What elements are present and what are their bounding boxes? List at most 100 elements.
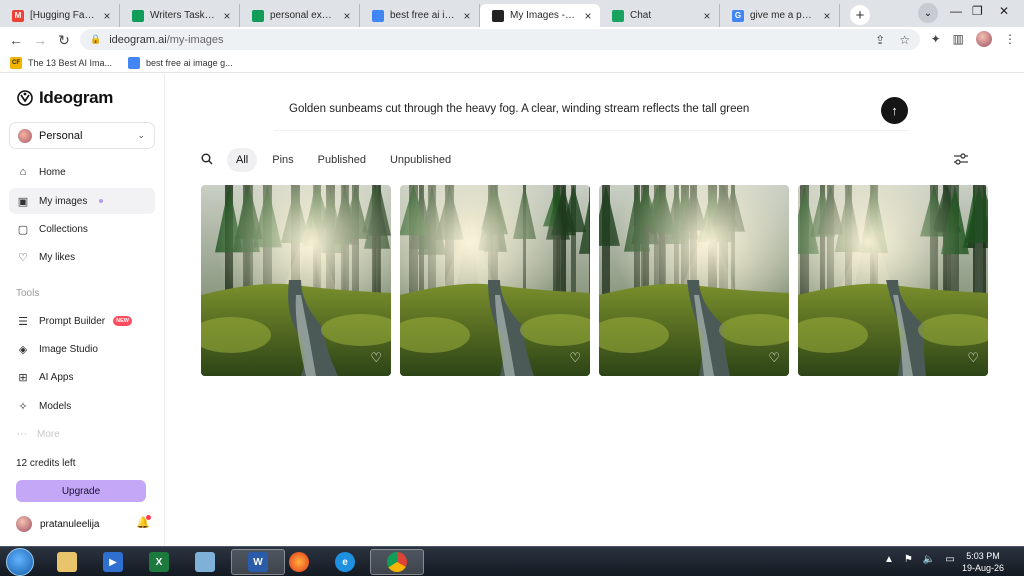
tab-pins[interactable]: Pins	[263, 148, 302, 172]
heart-icon: ♡	[18, 251, 28, 264]
close-icon[interactable]: ×	[821, 9, 833, 23]
system-clock[interactable]: 5:03 PM 19-Aug-26	[958, 550, 1008, 574]
sidebar-item-collections[interactable]: ▢ Collections	[9, 216, 155, 242]
bookmark-item[interactable]: CF The 13 Best AI Ima...	[10, 56, 113, 69]
workspace-avatar	[18, 128, 32, 143]
bookmark-label: The 13 Best AI Ima...	[28, 57, 113, 68]
prompt-text: Golden sunbeams cut through the heavy fo…	[289, 103, 750, 115]
heart-icon[interactable]: ♡	[967, 350, 979, 366]
sidebar-item-my-likes[interactable]: ♡ My likes	[9, 244, 155, 270]
sheets-icon	[252, 9, 264, 22]
url-path: /my-images	[166, 33, 224, 46]
image-card[interactable]: ♡	[201, 185, 391, 376]
address-bar[interactable]: 🔒 ideogram.ai/my-images ⇪ ☆	[80, 29, 920, 50]
cf-icon: CF	[10, 56, 22, 69]
sidebar-item-home[interactable]: ⌂ Home	[9, 159, 155, 185]
tools-section-label: Tools	[16, 288, 40, 299]
close-icon[interactable]: ×	[101, 9, 113, 23]
sidebar: Ideogram Personal ⌄ ⌂ Home ▣ My images ▢ Coll…	[0, 74, 165, 546]
browser-tab[interactable]: M [Hugging Face] Cli ×	[0, 4, 120, 27]
browser-tab[interactable]: personal excel of ×	[240, 4, 360, 27]
forest-image	[798, 185, 988, 376]
forward-icon[interactable]: →	[28, 32, 52, 48]
submit-prompt-button[interactable]: ↑	[881, 97, 908, 124]
ideogram-logo[interactable]: Ideogram	[16, 88, 113, 108]
workspace-selector[interactable]: Personal ⌄	[9, 122, 155, 149]
browser-tab[interactable]: Writers Task Box ×	[120, 4, 240, 27]
volume-icon[interactable]: 🔈	[923, 554, 935, 565]
taskbar-app-chrome[interactable]	[370, 549, 424, 575]
image-card[interactable]: ♡	[599, 185, 789, 376]
start-button[interactable]	[6, 548, 34, 576]
active-indicator-dot	[99, 199, 104, 203]
minimize-icon[interactable]: —	[950, 4, 962, 18]
restore-icon[interactable]: ❐	[972, 4, 983, 18]
display-icon[interactable]: ▭	[945, 554, 954, 565]
bookmark-item[interactable]: best free ai image g...	[128, 56, 233, 69]
prompt-builder-icon: ☰	[18, 315, 28, 328]
tab-title: best free ai image	[390, 10, 455, 21]
tab-published[interactable]: Published	[309, 148, 375, 172]
browser-tab[interactable]: best free ai image ×	[360, 4, 480, 27]
tab-search-button[interactable]: ⌄	[918, 3, 938, 23]
sheets-icon	[132, 9, 144, 22]
close-icon[interactable]: ×	[582, 9, 594, 23]
heart-icon[interactable]: ♡	[768, 350, 780, 366]
sidebar-item-image-studio[interactable]: ◈ Image Studio	[9, 336, 155, 362]
browser-tab[interactable]: My Images - Ideo ×	[480, 4, 600, 27]
back-icon[interactable]: ←	[4, 32, 28, 48]
user-profile[interactable]: pratanuleelija 🔔	[16, 514, 151, 534]
close-icon[interactable]: ×	[701, 9, 713, 23]
workspace-label: Personal	[39, 129, 83, 142]
close-icon[interactable]: ×	[461, 9, 473, 23]
ai-apps-icon: ⊞	[18, 371, 28, 384]
models-icon: ✧	[18, 400, 28, 413]
tray-arrow-icon[interactable]: ▲	[884, 554, 894, 565]
bookmark-star-icon[interactable]: ☆	[899, 33, 910, 47]
sidebar-item-ai-apps[interactable]: ⊞ AI Apps	[9, 364, 155, 390]
heart-icon[interactable]: ♡	[569, 350, 581, 366]
filter-settings-icon[interactable]	[953, 152, 969, 169]
extensions-icon[interactable]: ✦	[931, 32, 941, 46]
profile-avatar[interactable]	[976, 31, 992, 47]
tab-title: [Hugging Face] Cli	[30, 10, 95, 21]
sidebar-item-models[interactable]: ✧ Models	[9, 393, 155, 419]
tab-unpublished[interactable]: Unpublished	[381, 148, 460, 172]
taskbar-app-notes[interactable]	[178, 549, 232, 575]
clock-date: 19-Aug-26	[961, 563, 1005, 573]
taskbar-app-ie[interactable]: e	[318, 549, 372, 575]
folder-icon	[57, 552, 77, 572]
image-card[interactable]: ♡	[400, 185, 590, 376]
browser-menu-icon[interactable]: ⋮	[1004, 32, 1016, 46]
sidebar-item-label: Home	[39, 166, 66, 178]
close-icon[interactable]: ×	[341, 9, 353, 23]
notes-icon	[195, 552, 215, 572]
browser-tab[interactable]: Ggive me a prompt ×	[720, 4, 840, 27]
flag-icon[interactable]: ⚑	[904, 554, 913, 565]
sidebar-item-label: My images	[39, 195, 88, 207]
reload-icon[interactable]: ↻	[52, 32, 76, 49]
share-icon[interactable]: ⇪	[875, 33, 885, 47]
side-panel-icon[interactable]: ▥	[953, 32, 964, 46]
sidebar-item-my-images[interactable]: ▣ My images	[9, 188, 155, 214]
sidebar-item-label: Image Studio	[39, 343, 98, 355]
tab-all[interactable]: All	[227, 148, 258, 172]
sidebar-item-more[interactable]: ⋯ More	[17, 429, 60, 440]
new-badge: NEW	[113, 316, 132, 326]
search-icon[interactable]	[201, 153, 227, 168]
forest-image	[599, 185, 789, 376]
new-tab-button[interactable]: +	[850, 5, 870, 25]
heart-icon[interactable]: ♡	[370, 350, 382, 366]
bookmarks-bar: CF The 13 Best AI Ima... best free ai imag…	[0, 53, 1024, 73]
prompt-input[interactable]: Golden sunbeams cut through the heavy fo…	[274, 88, 908, 131]
chevron-down-icon: ⌄	[137, 130, 145, 140]
credits-remaining: 12 credits left	[16, 458, 76, 469]
browser-tab[interactable]: Chat ×	[600, 4, 720, 27]
image-card[interactable]: ♡	[798, 185, 988, 376]
upgrade-button[interactable]: Upgrade	[16, 480, 146, 502]
close-window-icon[interactable]: ✕	[999, 4, 1009, 18]
sidebar-item-label: Collections	[39, 223, 88, 235]
sidebar-item-prompt-builder[interactable]: ☰ Prompt Builder NEW	[9, 308, 155, 334]
close-icon[interactable]: ×	[221, 9, 233, 23]
more-icon: ⋯	[17, 429, 27, 440]
